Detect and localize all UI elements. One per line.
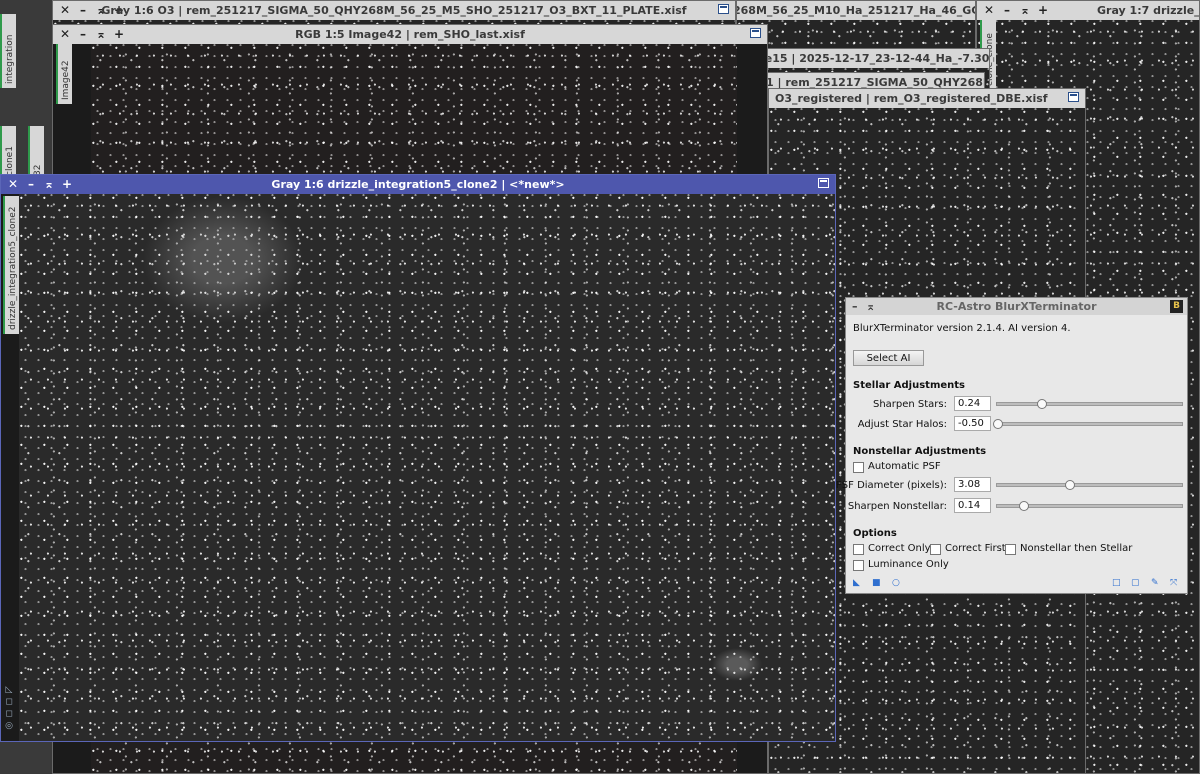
close-icon[interactable]: ✕ [983,3,995,17]
correct-first-label: Correct First [945,543,1006,554]
real-time-preview-icon[interactable]: ○ [892,579,901,588]
dialog-titlebar[interactable]: – ⌅ RC-Astro BlurXTerminator B [846,298,1187,315]
sharpen-nonstellar-label: Sharpen Nonstellar: [847,501,947,512]
window-title: RGB 1:5 Image42 | rem_SHO_last.xisf [295,28,525,41]
documentation-icon[interactable]: □ [1112,579,1121,588]
sharpen-stars-label: Sharpen Stars: [872,399,947,410]
correct-only-checkbox[interactable] [853,544,864,555]
psf-diameter-label: PSF Diameter (pixels): [835,480,947,491]
apply-global-icon[interactable]: ■ [872,579,881,588]
sharpen-nonstellar-slider[interactable] [996,501,1183,511]
nonstellar-heading: Nonstellar Adjustments [853,446,987,457]
version-text: BlurXTerminator version 2.1.4. AI versio… [853,323,1071,334]
window-title: le15 | 2025-12-17_23-12-44_Ha_-7.30_12 [761,52,989,65]
zoom-out-icon[interactable]: ◻ [3,708,15,720]
window-title: 268M_56_25_M10_Ha_251217_Ha_46_GC_DBE. [737,4,975,17]
window-drizzle-clone2[interactable]: ✕ – ⌅ + Gray 1:6 drizzle_integration5_cl… [0,174,836,742]
window-title: Gray 1:6 drizzle_integration5_clone2 | <… [271,178,565,191]
nonstellar-then-stellar-label: Nonstellar then Stellar [1020,543,1133,554]
select-ai-button[interactable]: Select AI [853,350,924,366]
settings-wrench-icon[interactable]: ✎ [1151,579,1160,588]
slider-thumb[interactable] [993,419,1003,429]
maximize-icon[interactable] [718,4,729,14]
window-titlebar[interactable]: ✕ – ⌅ + Gray 1:7 drizzle_i [977,1,1199,20]
tab-image42[interactable]: Image42 [56,44,72,104]
window-titlebar[interactable]: O3_registered | rem_O3_registered_DBE.xi… [769,89,1085,108]
sharpen-stars-input[interactable]: 0.24 [954,396,991,411]
shade-icon[interactable]: ⌅ [1019,3,1031,17]
view-tools[interactable]: ◺ ◻ ◻ ◎ [3,684,15,740]
browse-doc-icon[interactable]: ▢ [1131,579,1140,588]
window-title: Gray 1:6 O3 | rem_251217_SIGMA_50_QHY268… [101,4,687,17]
automatic-psf-checkbox[interactable] [853,462,864,473]
new-instance-icon[interactable]: ◣ [853,579,862,588]
image-view[interactable] [19,194,835,741]
window-titlebar[interactable]: ✕ – ⌅ + Gray 1:6 drizzle_integration5_cl… [1,175,835,194]
maximize-icon[interactable] [818,178,829,188]
maximize-icon[interactable] [750,28,761,38]
shade-icon[interactable]: ⌅ [866,298,875,315]
stellar-heading: Stellar Adjustments [853,380,966,391]
psf-diameter-input[interactable]: 3.08 [954,477,991,492]
reset-icon[interactable]: ⤧ [1170,579,1179,588]
zoom-in-icon[interactable]: ◻ [3,696,15,708]
window-titlebar[interactable]: le15 | 2025-12-17_23-12-44_Ha_-7.30_12 [761,49,989,68]
process-badge: B [1170,300,1183,313]
sharpen-stars-slider[interactable] [996,399,1183,409]
tab-32[interactable]: 32 [28,126,44,180]
slider-thumb[interactable] [1018,501,1029,511]
window-titlebar[interactable]: ✕ – ⌅ + RGB 1:5 Image42 | rem_SHO_last.x… [53,25,767,44]
dialog-title: RC-Astro BlurXTerminator [936,300,1097,313]
blurxterminator-dialog[interactable]: – ⌅ RC-Astro BlurXTerminator B BlurXTerm… [836,297,1188,594]
luminance-only-checkbox[interactable] [853,560,864,571]
window-titlebar[interactable]: ✕ – ⌅ + Gray 1:6 O3 | rem_251217_SIGMA_5… [53,1,735,20]
target-icon[interactable]: ◎ [3,720,15,732]
plus-icon[interactable]: + [1037,3,1049,17]
tab-clone1[interactable]: clone1 [0,126,16,180]
sharpen-nonstellar-input[interactable]: 0.14 [954,498,991,513]
star-halos-slider[interactable] [993,419,1183,429]
tab-drizzle-clone2[interactable]: drizzle_integration5_clone2 [3,196,19,334]
minimize-icon[interactable]: – [1001,3,1013,17]
star-halos-label: Adjust Star Halos: [857,419,947,430]
minimize-icon[interactable]: – [852,298,858,315]
nonstellar-then-stellar-checkbox[interactable] [1005,544,1016,555]
dialog-footer: ◣ ■ ○ □ ▢ ✎ ⤧ [846,575,1187,593]
maximize-icon[interactable] [1068,92,1079,102]
correct-only-label: Correct Only [868,543,931,554]
zoom-fit-icon[interactable]: ◺ [3,684,15,696]
star-halos-input[interactable]: -0.50 [954,416,991,431]
tab-integration[interactable]: integration [0,14,16,88]
slider-thumb[interactable] [1037,399,1048,409]
slider-thumb[interactable] [1065,480,1076,490]
automatic-psf-label: Automatic PSF [868,461,941,472]
options-heading: Options [853,528,897,539]
correct-first-checkbox[interactable] [930,544,941,555]
window-title: O3_registered | rem_O3_registered_DBE.xi… [775,92,1048,105]
window-title: Gray 1:7 drizzle_i [1097,4,1199,17]
window-titlebar[interactable]: 268M_56_25_M10_Ha_251217_Ha_46_GC_DBE. [737,1,975,20]
luminance-only-label: Luminance Only [868,559,949,570]
psf-diameter-slider[interactable] [996,480,1183,490]
